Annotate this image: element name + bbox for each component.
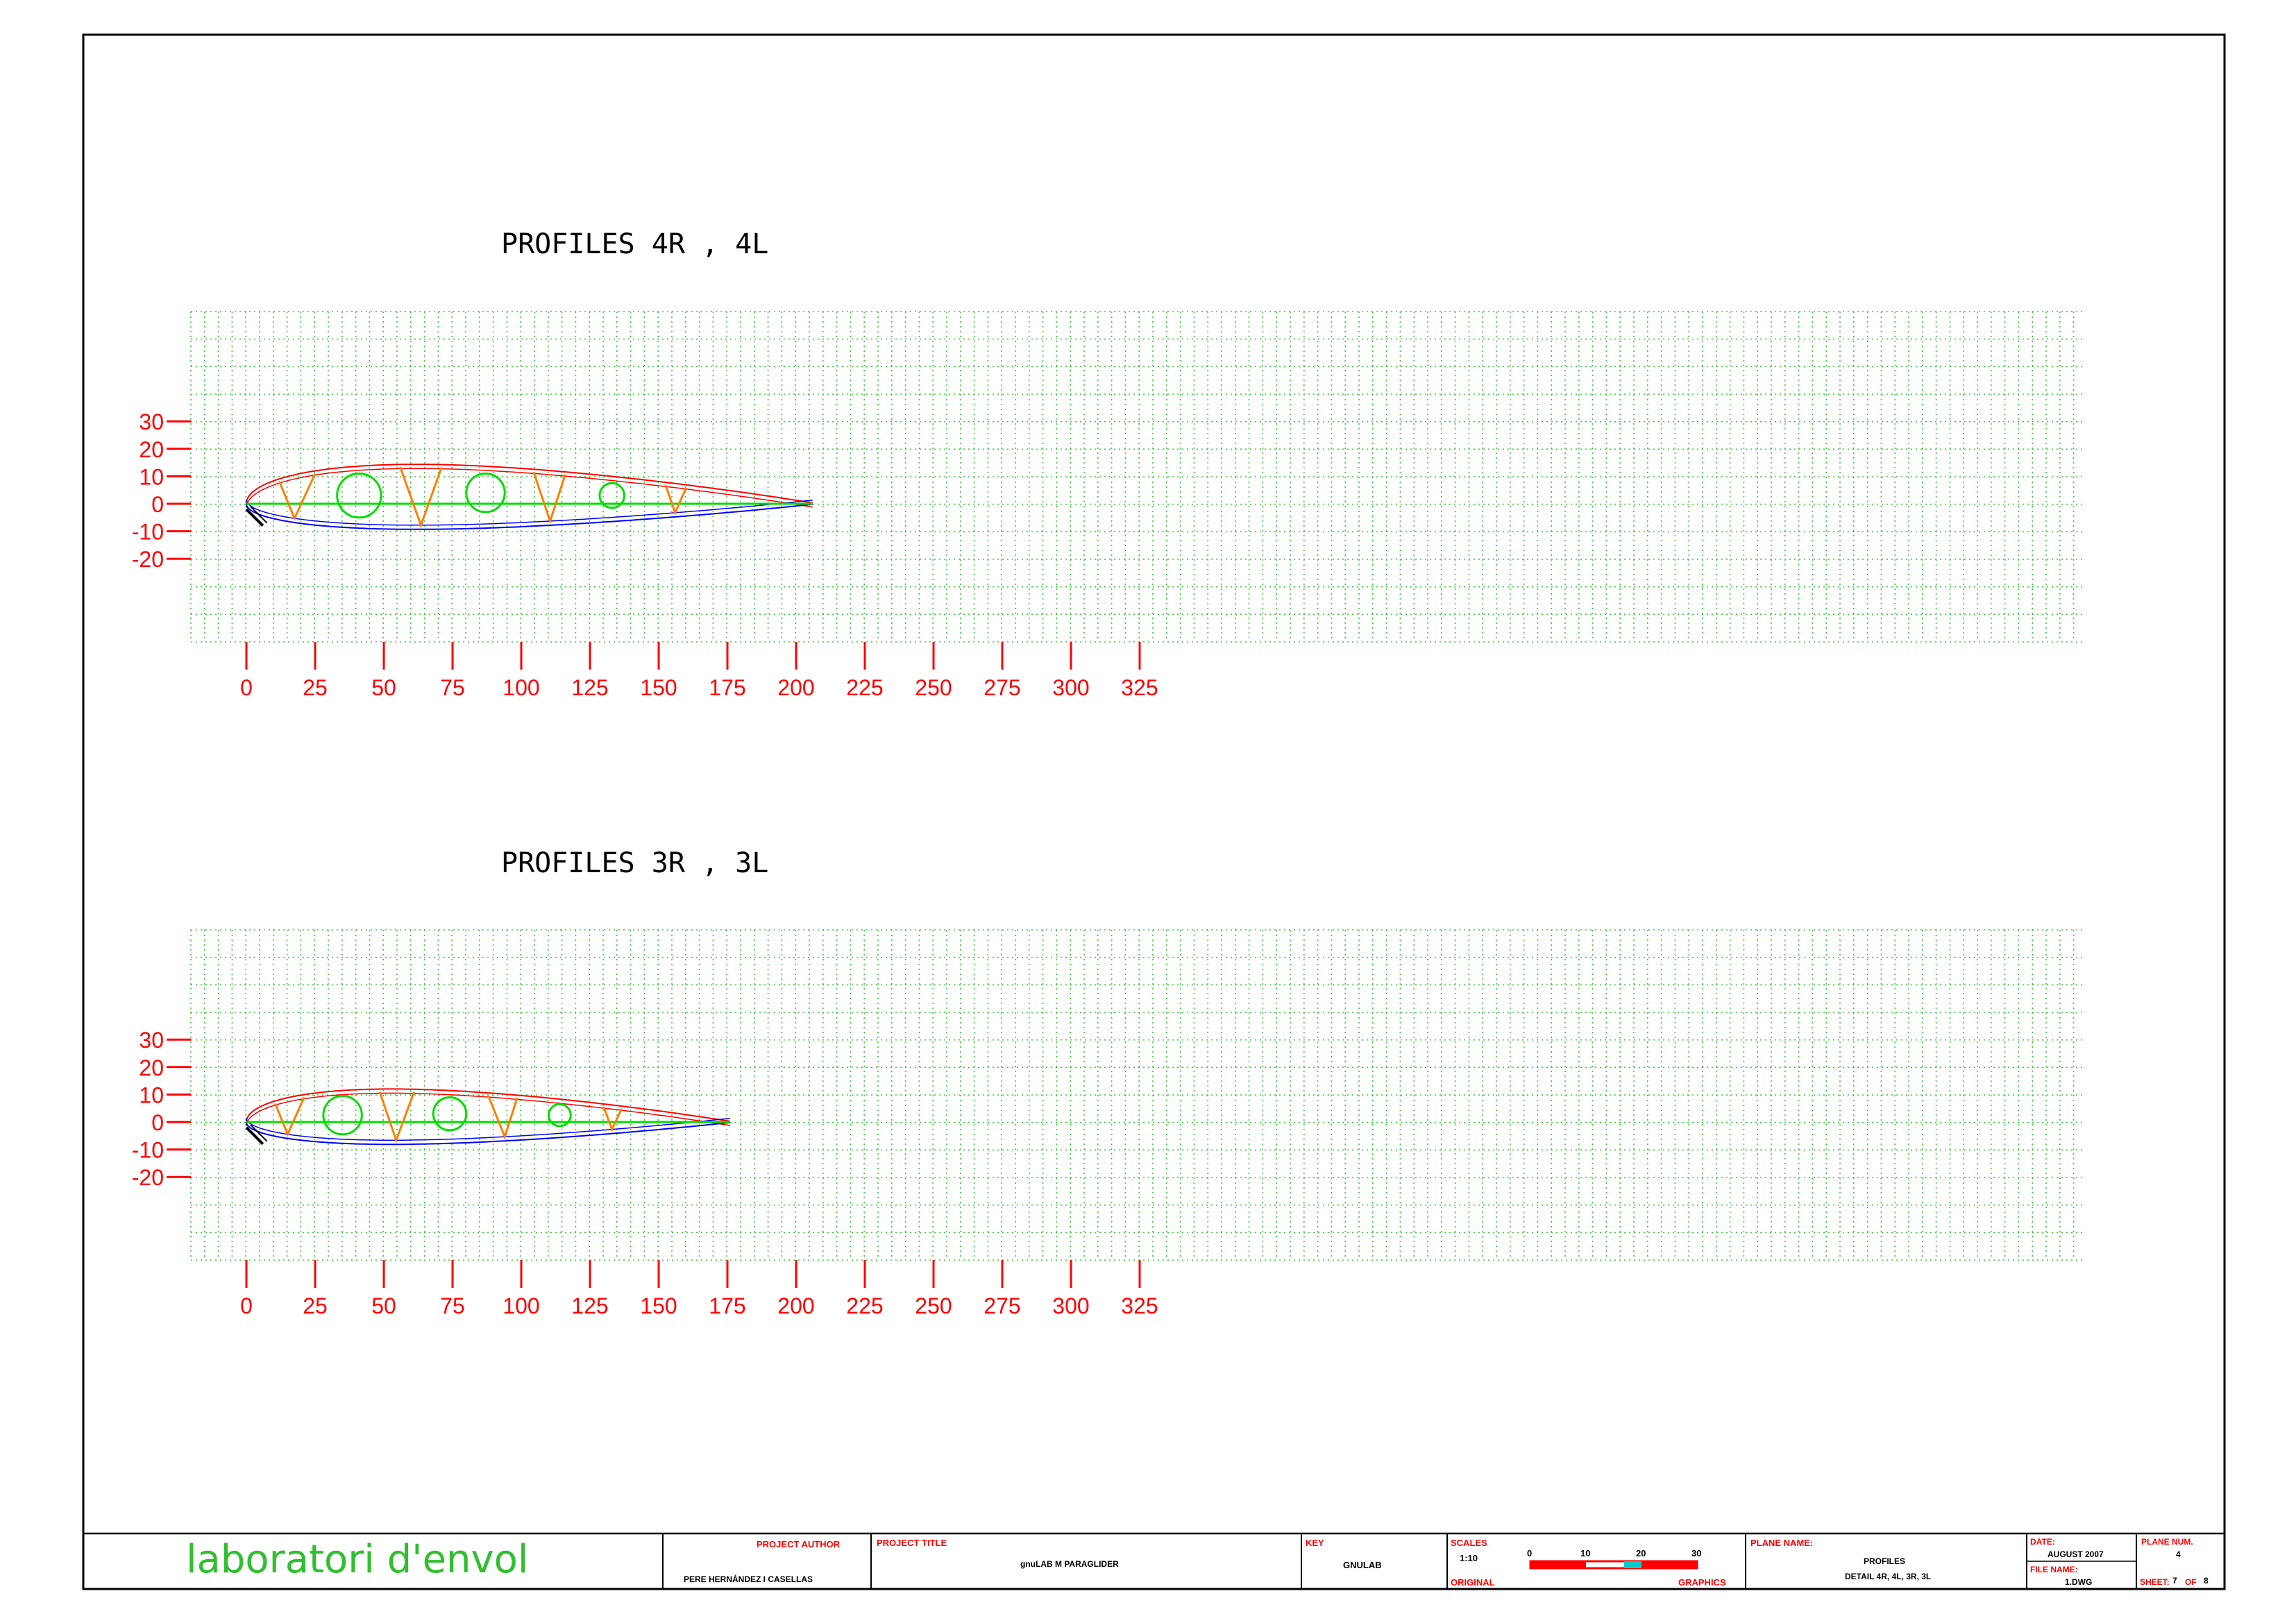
drawing-sheet: PROFILES 4R , 4L 3020100-10-20 0 25 50 75 10… bbox=[82, 33, 2226, 1590]
profile-panel-2: PROFILES 3R , 3L 3020100-10-20 0 25 50 75 10… bbox=[132, 847, 2086, 1318]
scale-tick-0: 0 bbox=[1527, 1548, 1532, 1558]
x-tick-label: 25 bbox=[303, 1293, 328, 1318]
file-name-label: FILE NAME: bbox=[2030, 1565, 2078, 1574]
x-tick-label: 300 bbox=[1052, 675, 1089, 700]
x-tick-label: 25 bbox=[303, 675, 328, 700]
diagonal-rib bbox=[532, 471, 566, 525]
plane-name-line-1: PROFILES bbox=[1864, 1556, 1905, 1566]
grid bbox=[190, 929, 2086, 1261]
project-title-value: gnuLAB M PARAGLIDER bbox=[1020, 1559, 1119, 1569]
x-tick-label: 275 bbox=[984, 675, 1020, 700]
plane-name-label: PLANE NAME: bbox=[1750, 1538, 1813, 1548]
y-tick-label: -10 bbox=[132, 1138, 164, 1163]
company-logo: laboratori d'envol bbox=[186, 1537, 528, 1582]
x-tick-label: 225 bbox=[846, 675, 883, 700]
of-value: 8 bbox=[2204, 1576, 2209, 1586]
project-title-label: PROJECT TITLE bbox=[877, 1538, 947, 1548]
upper-surface-inner bbox=[246, 468, 813, 509]
x-axis: 0 25 50 75 100 125 150 175 200 225 250 275 300 325 bbox=[240, 1260, 1158, 1318]
scale-tick-30: 30 bbox=[1691, 1548, 1701, 1558]
y-tick-label: 0 bbox=[151, 492, 164, 517]
y-tick-label: 30 bbox=[139, 409, 164, 434]
airfoil bbox=[245, 1088, 731, 1146]
x-tick-label: 75 bbox=[440, 675, 465, 700]
y-tick-label: 20 bbox=[139, 1055, 164, 1080]
x-tick-label: 125 bbox=[571, 675, 608, 700]
x-axis: 0 25 50 75 100 125 150 175 200 225 250 275 300 325 bbox=[240, 642, 1158, 700]
diagonal-rib bbox=[487, 1095, 518, 1140]
x-tick-label: 200 bbox=[777, 1293, 814, 1318]
x-tick-label: 150 bbox=[640, 1293, 677, 1318]
upper-surface-outer bbox=[246, 464, 813, 504]
y-tick-label: 20 bbox=[139, 437, 164, 462]
x-tick-label: 250 bbox=[915, 675, 952, 700]
y-tick-label: 30 bbox=[139, 1028, 164, 1053]
x-tick-label: 125 bbox=[571, 1293, 608, 1318]
scales-label: SCALES bbox=[1451, 1538, 1487, 1548]
crossport-hole bbox=[432, 1096, 468, 1132]
diagonal-rib bbox=[664, 484, 687, 516]
date-label: DATE: bbox=[2030, 1537, 2055, 1547]
key-label: KEY bbox=[1306, 1538, 1324, 1548]
x-tick-label: 225 bbox=[846, 1293, 883, 1318]
plane-num-label: PLANE NUM. bbox=[2141, 1537, 2193, 1547]
scale-tick-10: 10 bbox=[1580, 1548, 1590, 1558]
x-tick-label: 300 bbox=[1052, 1293, 1089, 1318]
y-tick-label: 10 bbox=[139, 1082, 164, 1107]
x-tick-label: 175 bbox=[709, 675, 745, 700]
crossport-hole bbox=[336, 472, 382, 519]
x-tick-label: 325 bbox=[1121, 1293, 1158, 1318]
original-label: ORIGINAL bbox=[1451, 1577, 1495, 1588]
x-tick-label: 50 bbox=[371, 675, 396, 700]
graphics-label: GRAPHICS bbox=[1678, 1577, 1726, 1588]
diagonal-rib bbox=[378, 1091, 415, 1144]
graphic-scale-bar: 0 10 20 30 bbox=[1527, 1548, 1701, 1570]
airfoil bbox=[245, 464, 813, 530]
y-axis: 302010 0 -10-20 bbox=[132, 1028, 191, 1190]
y-tick-label: -20 bbox=[132, 547, 164, 572]
x-tick-label: 50 bbox=[371, 1293, 396, 1318]
scale-tick-20: 20 bbox=[1636, 1548, 1646, 1558]
x-tick-label: 150 bbox=[640, 675, 677, 700]
author-value: PERE HERNÁNDEZ I CASELLAS bbox=[684, 1574, 813, 1584]
x-tick-label: 0 bbox=[240, 1293, 253, 1318]
x-tick-label: 100 bbox=[503, 1293, 539, 1318]
title-block: laboratori d'envol PROJECT AUTHOR PERE H… bbox=[82, 1532, 2226, 1590]
key-value: GNULAB bbox=[1343, 1560, 1382, 1570]
profile-panel-1: PROFILES 4R , 4L 3020100-10-20 0 25 50 75 10… bbox=[132, 228, 2086, 700]
diagonal-rib bbox=[399, 466, 443, 529]
panel-title: PROFILES 3R , 3L bbox=[501, 847, 768, 879]
x-tick-label: 325 bbox=[1121, 675, 1158, 700]
plane-num-value: 4 bbox=[2176, 1549, 2181, 1559]
y-tick-label: 10 bbox=[139, 464, 164, 489]
lower-surface-outer bbox=[246, 503, 813, 530]
y-axis: 30 2010 0 -10-20 bbox=[132, 409, 191, 572]
sheet-border bbox=[82, 33, 2226, 1590]
x-tick-label: 200 bbox=[777, 675, 814, 700]
file-name-value: 1.DWG bbox=[2065, 1577, 2092, 1587]
author-label: PROJECT AUTHOR bbox=[757, 1539, 841, 1549]
x-tick-label: 75 bbox=[440, 1293, 465, 1318]
of-label: OF bbox=[2185, 1577, 2197, 1587]
crossport-hole bbox=[465, 472, 506, 513]
sheet-value: 7 bbox=[2172, 1576, 2177, 1586]
x-tick-label: 250 bbox=[915, 1293, 952, 1318]
x-tick-label: 100 bbox=[503, 675, 539, 700]
y-tick-label: -20 bbox=[132, 1165, 164, 1190]
y-tick-label: 0 bbox=[151, 1110, 164, 1135]
sheet-label: SHEET: bbox=[2140, 1577, 2170, 1587]
y-tick-label: -10 bbox=[132, 520, 164, 545]
x-tick-label: 0 bbox=[240, 675, 253, 700]
x-tick-label: 275 bbox=[984, 1293, 1020, 1318]
panel-title: PROFILES 4R , 4L bbox=[501, 228, 768, 260]
plane-name-line-2: DETAIL 4R, 4L, 3R, 3L bbox=[1845, 1572, 1931, 1581]
x-tick-label: 175 bbox=[709, 1293, 745, 1318]
scale-value: 1:10 bbox=[1460, 1553, 1478, 1563]
date-value: AUGUST 2007 bbox=[2048, 1549, 2104, 1559]
diagonal-rib bbox=[274, 1096, 305, 1137]
diagonal-rib bbox=[278, 473, 316, 521]
